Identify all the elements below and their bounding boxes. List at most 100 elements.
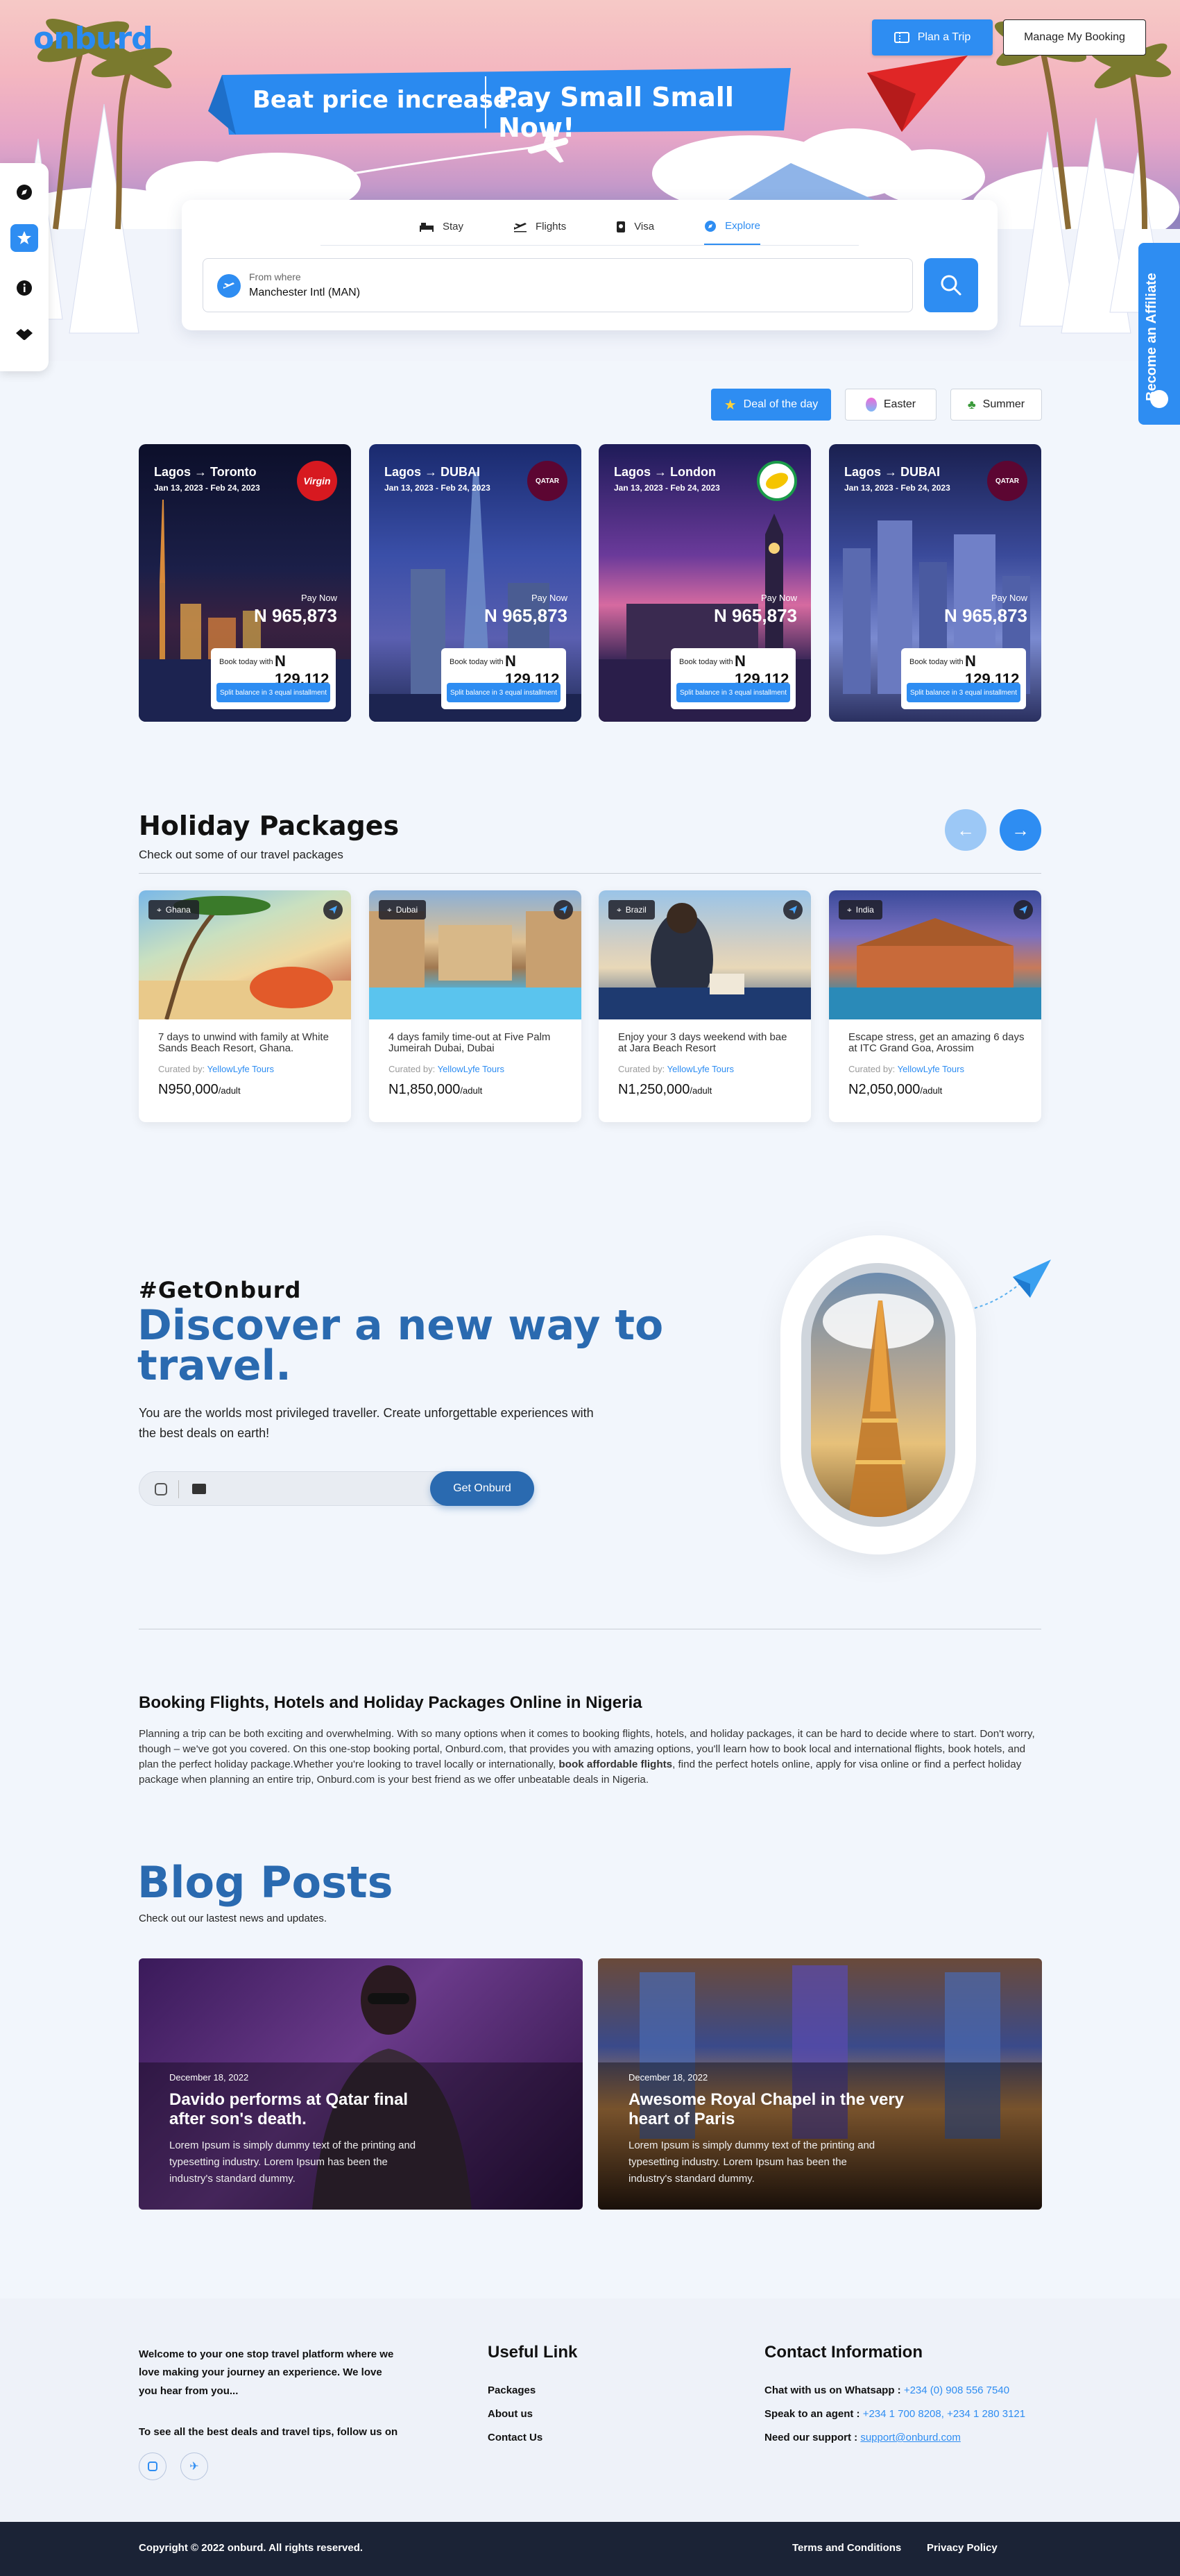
package-description: 7 days to unwind with family at White Sa… bbox=[158, 1031, 329, 1054]
blog-card[interactable]: December 18, 2022 Awesome Royal Chapel i… bbox=[598, 1958, 1042, 2210]
paper-plane-icon bbox=[974, 1260, 1051, 1309]
search-tabs: Stay Flights Visa Explore bbox=[320, 215, 859, 246]
curator-link[interactable]: YellowLyfe Tours bbox=[207, 1064, 274, 1074]
filter-summer[interactable]: ♣ Summer bbox=[950, 389, 1042, 421]
footer-link-packages[interactable]: Packages bbox=[488, 2384, 536, 2396]
blog-post-title[interactable]: Davido performs at Qatar final after son… bbox=[169, 2090, 447, 2128]
deal-card[interactable]: Lagos → Toronto Jan 13, 2023 - Feb 24, 2… bbox=[139, 444, 351, 722]
split-installment-button[interactable]: Split balance in 3 equal installment bbox=[216, 683, 330, 702]
tab-visa[interactable]: Visa bbox=[616, 215, 654, 245]
curated-by: Curated by: YellowLyfe Tours bbox=[388, 1064, 504, 1074]
info-icon[interactable] bbox=[10, 274, 38, 302]
instagram-icon[interactable] bbox=[139, 2452, 166, 2480]
airline-logo bbox=[757, 461, 797, 501]
get-onburd-button[interactable]: Get Onburd bbox=[430, 1471, 534, 1506]
cta-body: You are the worlds most privileged trave… bbox=[139, 1406, 594, 1440]
privacy-link[interactable]: Privacy Policy bbox=[927, 2542, 998, 2554]
send-icon[interactable] bbox=[1014, 900, 1033, 920]
deal-card[interactable]: Lagos → DUBAI Jan 13, 2023 - Feb 24, 202… bbox=[829, 444, 1041, 722]
footer-link-about[interactable]: About us bbox=[488, 2408, 533, 2420]
useful-links-title: Useful Link bbox=[488, 2343, 578, 2362]
package-price: N2,050,000/adult bbox=[848, 1082, 943, 1097]
footer-welcome: Welcome to your one stop travel platform… bbox=[139, 2348, 394, 2397]
book-today-label: Book today with bbox=[450, 658, 504, 666]
passport-icon bbox=[617, 221, 626, 232]
send-icon[interactable] bbox=[323, 900, 343, 920]
arrow-right-icon: → bbox=[1011, 819, 1029, 840]
input-separator bbox=[178, 1480, 179, 1498]
from-where-field[interactable]: From where Manchester Intl (MAN) bbox=[203, 258, 913, 312]
filter-easter[interactable]: Easter bbox=[845, 389, 937, 421]
from-where-label: From where bbox=[249, 271, 301, 282]
become-affiliate-tab[interactable]: Become an Affiliate bbox=[1138, 243, 1180, 425]
package-description: Escape stress, get an amazing 6 days at … bbox=[848, 1031, 1025, 1054]
whatsapp-link[interactable]: +234 (0) 908 556 7540 bbox=[904, 2384, 1009, 2396]
plan-trip-button[interactable]: Plan a Trip bbox=[872, 19, 993, 56]
package-card[interactable]: ⌖ Brazil Enjoy your 3 days weekend with b… bbox=[599, 890, 811, 1122]
package-description: 4 days family time-out at Five Palm Jume… bbox=[388, 1031, 551, 1054]
curator-link[interactable]: YellowLyfe Tours bbox=[438, 1064, 504, 1074]
location-badge: ⌖ Dubai bbox=[379, 900, 427, 920]
filter-deal-of-day[interactable]: ★ Deal of the day bbox=[711, 389, 831, 421]
manage-booking-button[interactable]: Manage My Booking bbox=[1003, 19, 1146, 56]
promo-banner: Beat price increase. Pay Small Small Now… bbox=[222, 68, 791, 143]
curator-link[interactable]: YellowLyfe Tours bbox=[667, 1064, 734, 1074]
tab-flights[interactable]: Flights bbox=[513, 215, 566, 245]
compass-icon[interactable] bbox=[10, 178, 38, 206]
split-installment-button[interactable]: Split balance in 3 equal installment bbox=[447, 683, 561, 702]
book-today-box[interactable]: Book today with N 129,112 Split balance … bbox=[671, 648, 796, 709]
deal-route: Lagos → Toronto bbox=[154, 465, 257, 479]
split-installment-button[interactable]: Split balance in 3 equal installment bbox=[907, 683, 1020, 702]
email-input[interactable] bbox=[139, 1471, 444, 1506]
book-today-box[interactable]: Book today with N 129,112 Split balance … bbox=[441, 648, 566, 709]
send-icon[interactable] bbox=[554, 900, 573, 920]
book-today-box[interactable]: Book today with N 129,112 Split balance … bbox=[901, 648, 1026, 709]
affiliate-label: Become an Affiliate bbox=[1144, 273, 1159, 401]
from-where-value[interactable]: Manchester Intl (MAN) bbox=[249, 287, 360, 299]
tab-explore-label: Explore bbox=[725, 220, 760, 232]
package-card[interactable]: ⌖ Dubai 4 days family time-out at Five Pa… bbox=[369, 890, 581, 1122]
blog-post-title[interactable]: Awesome Royal Chapel in the very heart o… bbox=[629, 2090, 906, 2128]
package-description: Enjoy your 3 days weekend with bae at Ja… bbox=[618, 1031, 787, 1054]
curator-link[interactable]: YellowLyfe Tours bbox=[898, 1064, 964, 1074]
seo-title: Booking Flights, Hotels and Holiday Pack… bbox=[139, 1693, 642, 1712]
next-arrow-button[interactable]: → bbox=[1000, 809, 1041, 851]
book-today-box[interactable]: Book today with N 129,112 Split balance … bbox=[211, 648, 336, 709]
deal-price: N 965,873 bbox=[944, 605, 1027, 626]
tab-explore[interactable]: Explore bbox=[704, 215, 760, 245]
package-price: N950,000/adult bbox=[158, 1082, 241, 1097]
egg-icon bbox=[865, 398, 877, 412]
search-button[interactable] bbox=[924, 258, 978, 312]
send-icon[interactable] bbox=[783, 900, 803, 920]
package-card[interactable]: ⌖ Ghana 7 days to unwind with family at W… bbox=[139, 890, 351, 1122]
curated-by: Curated by: YellowLyfe Tours bbox=[848, 1064, 964, 1074]
pay-now-label: Pay Now bbox=[300, 593, 337, 603]
holiday-packages-title: Holiday Packages bbox=[139, 811, 400, 841]
star-badge-icon[interactable] bbox=[10, 224, 38, 252]
handshake-icon[interactable] bbox=[10, 320, 38, 348]
pin-icon: ⌖ bbox=[617, 904, 622, 915]
terms-link[interactable]: Terms and Conditions bbox=[792, 2542, 901, 2554]
blog-date: December 18, 2022 bbox=[169, 2072, 249, 2083]
hashtag-label: #GetOnburd bbox=[139, 1277, 302, 1303]
mail-icon bbox=[192, 1484, 206, 1494]
footer-link-contact[interactable]: Contact Us bbox=[488, 2432, 542, 2443]
curated-by: Curated by: YellowLyfe Tours bbox=[618, 1064, 734, 1074]
deal-route: Lagos → DUBAI bbox=[844, 465, 941, 479]
package-card[interactable]: ⌖ India Escape stress, get an amazing 6 d… bbox=[829, 890, 1041, 1122]
deal-card[interactable]: Lagos → London Jan 13, 2023 - Feb 24, 20… bbox=[599, 444, 811, 722]
onburd-logo[interactable]: onburd bbox=[33, 21, 153, 56]
tab-stay[interactable]: Stay bbox=[419, 215, 463, 245]
book-today-label: Book today with bbox=[219, 658, 273, 666]
blog-card[interactable]: December 18, 2022 Davido performs at Qat… bbox=[139, 1958, 583, 2210]
prev-arrow-button[interactable]: ← bbox=[945, 809, 986, 851]
split-installment-button[interactable]: Split balance in 3 equal installment bbox=[676, 683, 790, 702]
deal-card[interactable]: Lagos → DUBAI Jan 13, 2023 - Feb 24, 202… bbox=[369, 444, 581, 722]
agent-phone-link[interactable]: +234 1 700 8208, +234 1 280 3121 bbox=[863, 2408, 1025, 2420]
seo-bold-phrase: book affordable flights bbox=[558, 1759, 673, 1771]
deal-price: N 965,873 bbox=[484, 605, 567, 626]
twitter-icon[interactable]: ✈ bbox=[180, 2452, 208, 2480]
support-email-link[interactable]: support@onburd.com bbox=[860, 2432, 960, 2443]
deal-dates: Jan 13, 2023 - Feb 24, 2023 bbox=[614, 483, 720, 493]
banner-text-primary: Beat price increase. bbox=[253, 86, 518, 114]
